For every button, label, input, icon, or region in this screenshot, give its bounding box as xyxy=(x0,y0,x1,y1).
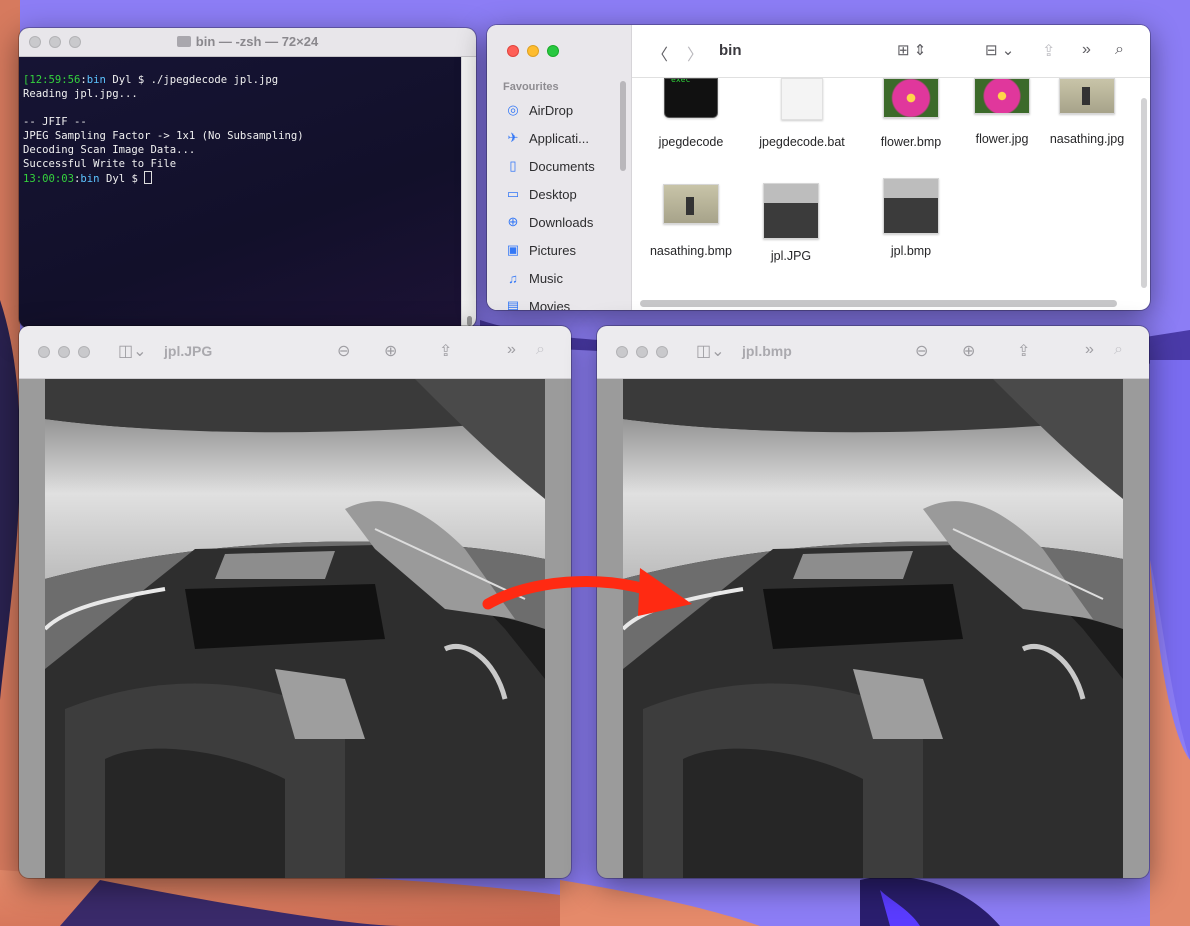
sidebar-item-applications[interactable]: ✈ Applicati... xyxy=(505,128,589,148)
zoom-button[interactable] xyxy=(78,346,90,358)
group-icon[interactable]: ⊟ ⌄ xyxy=(985,41,1014,59)
zoom-out-icon[interactable]: ⊖ xyxy=(915,341,928,361)
preview-window-bmp[interactable]: ◫⌄ jpl.bmp ⊖ ⊕ ⇪ » ⌕ xyxy=(597,326,1149,878)
download-icon: ⊕ xyxy=(507,214,519,229)
pictures-icon: ▣ xyxy=(506,242,520,257)
desktop-icon: ▭ xyxy=(506,186,520,201)
close-button[interactable] xyxy=(616,346,628,358)
sidebar-scrollbar[interactable] xyxy=(620,81,626,171)
minimize-button[interactable] xyxy=(636,346,648,358)
terminal-title: bin — -zsh — 72×24 xyxy=(195,34,319,49)
forward-icon[interactable]: 〉 xyxy=(687,41,703,65)
terminal-titlebar[interactable]: bin — -zsh — 72×24 xyxy=(19,28,476,57)
finder-window[interactable]: Favourites ◎ AirDrop ✈ Applicati... ▯ Docum… xyxy=(487,25,1150,310)
preview-titlebar[interactable]: ◫⌄ jpl.bmp ⊖ ⊕ ⇪ » ⌕ xyxy=(597,326,1149,379)
rover-image xyxy=(45,379,545,878)
applications-icon: ✈ xyxy=(507,130,519,145)
sidebar-toggle-icon[interactable]: ◫⌄ xyxy=(118,341,147,361)
music-icon: ♫ xyxy=(508,270,518,286)
view-grid-icon[interactable]: ⊞ ⇕ xyxy=(897,41,926,59)
file-item[interactable]: nasathing.bmp xyxy=(641,184,741,258)
back-icon[interactable]: 〈 xyxy=(652,41,668,65)
terminal-prompt-line: 13:00:03:bin Dyl $ xyxy=(23,171,458,186)
vertical-scrollbar[interactable] xyxy=(1141,98,1147,288)
movies-icon: ▤ xyxy=(506,298,520,310)
preview-window-jpg[interactable]: ◫⌄ jpl.JPG ⊖ ⊕ ⇪ » ⌕ xyxy=(19,326,571,878)
preview-title: jpl.bmp xyxy=(742,343,792,359)
terminal-line: Decoding Scan Image Data... xyxy=(23,144,196,156)
zoom-button[interactable] xyxy=(547,45,559,57)
image-thumbnail xyxy=(663,184,719,224)
share-icon[interactable]: ⇪ xyxy=(1017,341,1030,361)
file-item[interactable]: exec jpegdecode xyxy=(641,78,741,149)
minimize-button[interactable] xyxy=(58,346,70,358)
terminal-line: Successful Write to File xyxy=(23,158,177,170)
terminal-line: [12:59:56:bin Dyl $ ./jpegdecode jpl.jpg xyxy=(23,74,279,86)
finder-file-grid: exec jpegdecode jpegdecode.bat flower.bm… xyxy=(632,78,1150,310)
finder-toolbar: 〈 〉 bin ⊞ ⇕ ⊟ ⌄ ⇪ » ⌕ xyxy=(632,25,1150,78)
sidebar-item-desktop[interactable]: ▭ Desktop xyxy=(505,184,577,204)
rover-image xyxy=(623,379,1123,878)
terminal-scrollbar[interactable] xyxy=(461,57,476,328)
sidebar-heading: Favourites xyxy=(503,81,559,93)
document-icon: ▯ xyxy=(509,158,517,173)
image-thumbnail xyxy=(1059,78,1115,114)
image-thumbnail xyxy=(883,78,939,118)
executable-icon: exec xyxy=(664,78,718,118)
sidebar-item-downloads[interactable]: ⊕ Downloads xyxy=(505,212,594,232)
search-icon[interactable]: ⌕ xyxy=(1114,341,1123,359)
file-item[interactable]: flower.bmp xyxy=(861,78,961,149)
sidebar-item-movies[interactable]: ▤ Movies xyxy=(505,296,570,310)
share-icon[interactable]: ⇪ xyxy=(439,341,452,361)
terminal-output[interactable]: [12:59:56:bin Dyl $ ./jpegdecode jpl.jpg… xyxy=(19,57,462,328)
terminal-line: Reading jpl.jpg... xyxy=(23,88,138,100)
image-thumbnail xyxy=(883,178,939,234)
file-item[interactable]: jpegdecode.bat xyxy=(752,78,852,149)
search-icon[interactable]: ⌕ xyxy=(1115,41,1124,59)
preview-titlebar[interactable]: ◫⌄ jpl.JPG ⊖ ⊕ ⇪ » ⌕ xyxy=(19,326,571,379)
image-thumbnail xyxy=(974,78,1030,114)
file-item[interactable]: nasathing.jpg xyxy=(1037,78,1137,146)
close-button[interactable] xyxy=(507,45,519,57)
zoom-out-icon[interactable]: ⊖ xyxy=(337,341,350,361)
text-cursor xyxy=(144,171,153,184)
folder-icon xyxy=(176,36,191,47)
sidebar-item-music[interactable]: ♫ Music xyxy=(505,268,563,288)
file-item[interactable]: jpl.bmp xyxy=(861,178,961,258)
more-icon[interactable]: » xyxy=(1082,41,1091,59)
zoom-button[interactable] xyxy=(656,346,668,358)
terminal-line: JPEG Sampling Factor -> 1x1 (No Subsampl… xyxy=(23,130,304,142)
image-thumbnail xyxy=(763,183,819,239)
finder-sidebar: Favourites ◎ AirDrop ✈ Applicati... ▯ Docum… xyxy=(487,25,632,310)
sidebar-toggle-icon[interactable]: ◫⌄ xyxy=(696,341,725,361)
more-icon[interactable]: » xyxy=(507,341,516,359)
sidebar-item-pictures[interactable]: ▣ Pictures xyxy=(505,240,576,260)
more-icon[interactable]: » xyxy=(1085,341,1094,359)
sidebar-item-airdrop[interactable]: ◎ AirDrop xyxy=(505,100,573,120)
airdrop-icon: ◎ xyxy=(507,102,519,117)
zoom-in-icon[interactable]: ⊕ xyxy=(962,341,975,361)
current-folder-title: bin xyxy=(719,42,742,59)
document-icon xyxy=(781,78,823,120)
share-icon[interactable]: ⇪ xyxy=(1042,41,1055,61)
zoom-in-icon[interactable]: ⊕ xyxy=(384,341,397,361)
file-item[interactable]: jpl.JPG xyxy=(741,183,841,263)
terminal-window[interactable]: bin — -zsh — 72×24 [12:59:56:bin Dyl $ .… xyxy=(19,28,476,328)
horizontal-scrollbar[interactable] xyxy=(640,300,1117,307)
preview-title: jpl.JPG xyxy=(164,343,213,359)
close-button[interactable] xyxy=(38,346,50,358)
search-icon[interactable]: ⌕ xyxy=(536,341,545,359)
minimize-button[interactable] xyxy=(527,45,539,57)
terminal-line: -- JFIF -- xyxy=(23,116,87,128)
sidebar-item-documents[interactable]: ▯ Documents xyxy=(505,156,594,176)
scrollbar-thumb[interactable] xyxy=(467,316,472,326)
